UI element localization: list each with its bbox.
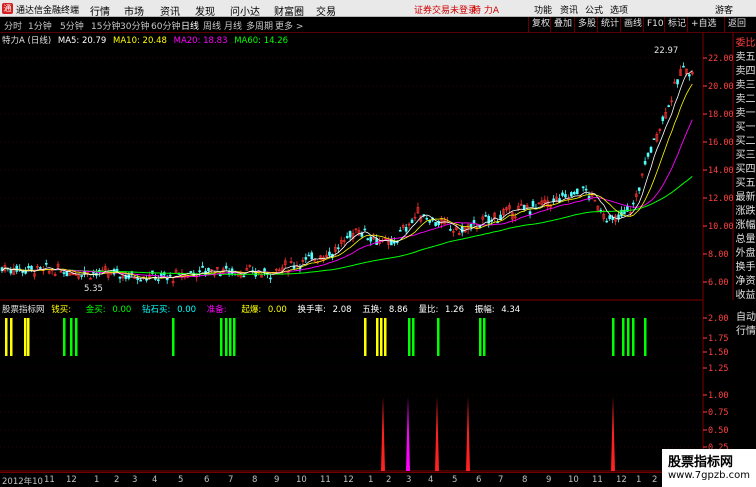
indicator-panel: 股票指标网 钱买: 金买: 0.00 钻石买: 0.00 准备: 起爆: 0.0… (0, 301, 703, 471)
side-item[interactable]: 卖五 (735, 51, 756, 64)
side-item[interactable]: 卖二 (735, 93, 756, 106)
side-item[interactable]: 卖四 (735, 65, 756, 78)
ind-item-1: 金买: 0.00 (85, 305, 132, 315)
ma10-value: MA10: 20.48 (113, 36, 167, 46)
side-item[interactable]: 外盘 (735, 247, 756, 260)
indicator-name[interactable]: 股票指标网 (2, 305, 45, 315)
side-item[interactable]: 委比 (735, 37, 756, 50)
time-tick: 1 (636, 475, 642, 485)
ind-item-2: 钻石买: 0.00 (142, 305, 197, 315)
time-tick: 8 (522, 475, 528, 485)
ind-item-5: 换手率: 2.08 (297, 305, 352, 315)
time-tick: 10 (568, 475, 579, 485)
ma5-value: MA5: 20.79 (57, 36, 107, 46)
ind-tick: 0.75 (708, 408, 729, 418)
ind-tick: 1.75 (708, 334, 729, 344)
price-tick: 20.00 (708, 82, 734, 92)
time-tick: 11 (44, 475, 55, 485)
ind-tick: 0.50 (708, 426, 729, 436)
side-item[interactable]: 收益 (735, 289, 756, 302)
time-tick: 9 (274, 475, 280, 485)
quote-side-panel: 委比 卖五 卖四 卖三 卖二 卖一 买一 买二 买三 买四 买五 最新 涨跌 涨… (734, 33, 756, 301)
price-tick: 22.00 (708, 54, 734, 64)
time-tick: 12 (66, 475, 77, 485)
time-tick: 4 (152, 475, 158, 485)
time-tick: 12 (616, 475, 627, 485)
side-item[interactable]: 买二 (735, 135, 756, 148)
side-item[interactable]: 买四 (735, 163, 756, 176)
price-tick: 8.00 (708, 250, 729, 260)
indicator-legend: 股票指标网 钱买: 金买: 0.00 钻石买: 0.00 准备: 起爆: 0.0… (2, 303, 528, 315)
side-item[interactable]: 涨幅 (735, 219, 756, 232)
time-tick: 10 (296, 475, 307, 485)
time-tick: 6 (204, 475, 210, 485)
time-axis: 2012年10 11 12 1 2 3 4 5 6 7 8 9 10 11 12… (0, 472, 703, 487)
time-tick: 11 (592, 475, 603, 485)
side-item[interactable]: 卖一 (735, 107, 756, 120)
ind-item-8: 振幅: 4.34 (474, 305, 521, 315)
price-tick: 12.00 (708, 194, 734, 204)
ind-tick: 1.00 (708, 391, 729, 401)
ind-tick: 2.00 (708, 314, 729, 324)
side-item[interactable]: 换手 (735, 261, 756, 274)
time-tick: 8 (252, 475, 258, 485)
side-item[interactable]: 买五 (735, 177, 756, 190)
quote-button[interactable]: 行情 (736, 322, 756, 337)
high-price-label: 22.97 (654, 46, 679, 56)
time-tick: 11 (320, 475, 331, 485)
time-tick: 7 (228, 475, 234, 485)
price-tick: 6.00 (708, 278, 729, 288)
side-item[interactable]: 净资 (735, 275, 756, 288)
time-tick: 2 (652, 475, 658, 485)
price-tick: 14.00 (708, 166, 734, 176)
ind-item-7: 量比: 1.26 (418, 305, 464, 315)
price-tick: 18.00 (708, 110, 734, 120)
time-tick: 1 (94, 475, 100, 485)
price-tick: 10.00 (708, 222, 734, 232)
time-tick: 4 (428, 475, 434, 485)
time-tick: 9 (546, 475, 552, 485)
price-tick: 16.00 (708, 138, 734, 148)
ind-item-4: 起爆: 0.00 (241, 305, 287, 315)
ind-item-0: 钱买: (51, 305, 74, 315)
main-chart-panel: 特力A (日线) MA5: 20.79 MA10: 20.48 MA20: 18… (0, 33, 703, 300)
time-tick: 6 (476, 475, 482, 485)
chart-title: 特力A (日线) (2, 36, 52, 46)
side-item[interactable]: 卖三 (735, 79, 756, 92)
time-tick: 5 (178, 475, 184, 485)
low-price-label: 5.35 (84, 284, 103, 294)
ma20-value: MA20: 18.83 (173, 36, 228, 46)
ind-tick: 1.50 (708, 348, 729, 358)
time-tick: 2012年10 (2, 477, 43, 487)
ind-tick: 1.25 (708, 364, 729, 374)
watermark-logo: 股票指标网 www.7gpzb.com (662, 449, 756, 487)
side-item[interactable]: 最新 (735, 191, 756, 204)
ma60-value: MA60: 14.26 (234, 36, 289, 46)
time-tick: 5 (452, 475, 458, 485)
side-item[interactable]: 涨跌 (735, 205, 756, 218)
time-tick: 3 (132, 475, 138, 485)
side-item[interactable]: 买三 (735, 149, 756, 162)
ind-item-3: 准备: (206, 305, 230, 315)
ind-item-6: 五换: 8.86 (362, 305, 408, 315)
side-item[interactable]: 总量 (735, 233, 756, 246)
ma-legend: 特力A (日线) MA5: 20.79 MA10: 20.48 MA20: 18… (2, 34, 292, 46)
watermark-url: www.7gpzb.com (668, 470, 750, 481)
time-tick: 2 (114, 475, 120, 485)
time-tick: 12 (343, 475, 354, 485)
time-tick: 2 (386, 475, 392, 485)
time-tick: 7 (498, 475, 504, 485)
time-tick: 1 (368, 475, 374, 485)
time-tick: 3 (406, 475, 412, 485)
side-item[interactable]: 买一 (735, 121, 756, 134)
auto-button[interactable]: 自动 (736, 308, 756, 323)
watermark-title: 股票指标网 (668, 455, 734, 470)
